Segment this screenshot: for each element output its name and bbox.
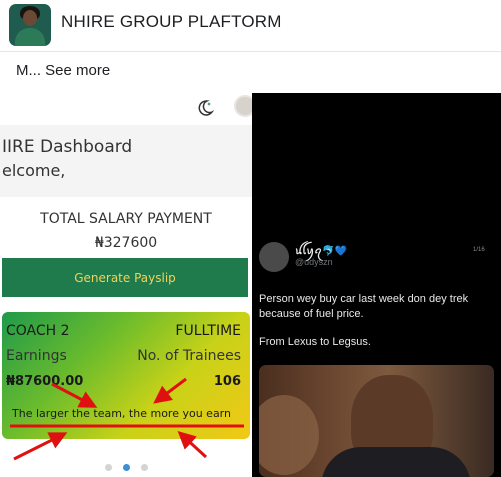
motto-text: The larger the team, the more you earn: [12, 407, 231, 420]
welcome-text: elcome,: [2, 161, 66, 180]
post-image-left[interactable]: IIRE Dashboard elcome, TOTAL SALARY PAYM…: [0, 93, 252, 477]
tweet-avatar: [259, 242, 289, 272]
post-text: M... See more: [16, 62, 110, 79]
moon-icon: [198, 100, 214, 116]
trainees-value: 106: [213, 374, 241, 389]
post-truncated-text: M...: [16, 62, 41, 79]
coach-name: COACH 2: [6, 323, 70, 339]
dashboard-title: IIRE Dashboard: [2, 137, 133, 157]
profile-avatar: [234, 95, 252, 117]
see-more-link[interactable]: See more: [45, 62, 110, 79]
meme-image: [259, 365, 494, 477]
post-header: NHIRE GROUP PLAFTORM: [0, 0, 501, 52]
avatar-face: [23, 10, 37, 26]
tweet-punchline: From Lexus to Legsus.: [259, 336, 371, 348]
carousel-dots: [0, 464, 252, 471]
tweet-counter: 1/16: [473, 247, 485, 253]
app-topbar: [0, 93, 252, 125]
coach-type: FULLTIME: [175, 323, 241, 339]
carousel-dot: [140, 464, 148, 471]
post-image-right[interactable]: ꪊꪶꪗꪖ🐬💙 @udyszn 1/16 Person wey buy car l…: [252, 93, 501, 477]
generate-payslip-button: Generate Payslip: [2, 258, 248, 297]
tweet-handle: @udyszn: [295, 257, 333, 267]
trainees-label: No. of Trainees: [137, 348, 241, 364]
meme-suit: [321, 447, 471, 477]
group-avatar[interactable]: [9, 4, 51, 46]
salary-value: ₦327600: [94, 235, 158, 251]
carousel-dot-active: [122, 464, 130, 471]
earnings-label: Earnings: [6, 348, 67, 364]
tweet-text: Person wey buy car last week don dey tre…: [259, 293, 469, 320]
carousel-dot: [104, 464, 112, 471]
meme-background-person: [259, 395, 319, 475]
salary-label: TOTAL SALARY PAYMENT: [40, 211, 212, 227]
coach-card: COACH 2 FULLTIME Earnings No. of Trainee…: [2, 312, 250, 439]
avatar-body: [15, 28, 45, 46]
group-name-link[interactable]: NHIRE GROUP PLAFTORM: [61, 12, 282, 32]
earnings-value: ₦87600.00: [6, 374, 84, 389]
